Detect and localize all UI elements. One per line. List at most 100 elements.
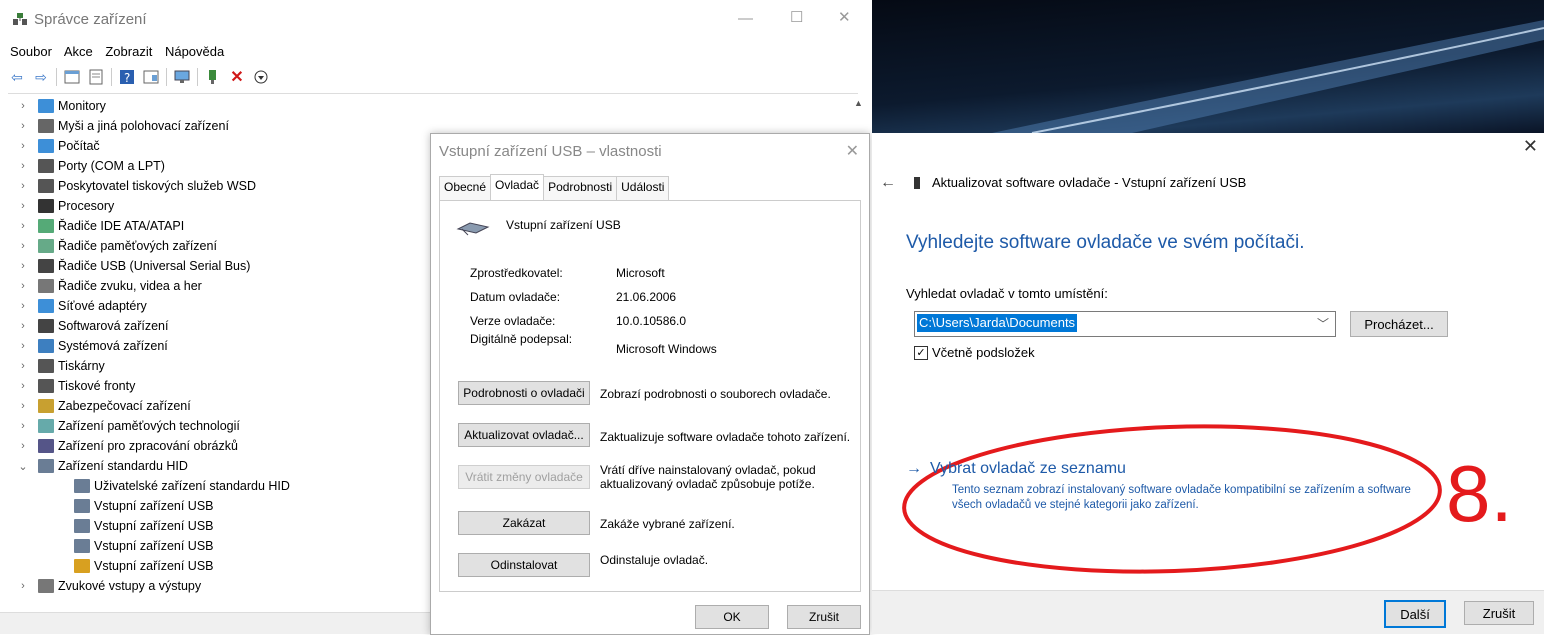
step-number-annotation: 8. xyxy=(1446,449,1513,538)
tree-category-item[interactable]: › Řadiče IDE ATA/ATAPI xyxy=(16,216,184,236)
tree-category-item[interactable]: › Monitory xyxy=(16,96,106,116)
provider-label: Zprostředkovatel: xyxy=(470,266,563,280)
tree-category-item[interactable]: › Porty (COM a LPT) xyxy=(16,156,165,176)
tree-category-item[interactable]: › Počítač xyxy=(16,136,100,156)
chevron-right-icon[interactable]: › xyxy=(16,240,30,252)
scroll-up-icon[interactable]: ▲ xyxy=(854,98,863,108)
view-icon[interactable] xyxy=(142,68,160,86)
chevron-right-icon[interactable]: › xyxy=(16,260,30,272)
chevron-right-icon[interactable]: › xyxy=(16,420,30,432)
tree-category-item[interactable]: › Softwarová zařízení xyxy=(16,316,168,336)
tree-category-item[interactable]: › Systémová zařízení xyxy=(16,336,168,356)
cancel-button[interactable]: Zrušit xyxy=(787,605,861,629)
tree-category-item[interactable]: › Řadiče paměťových zařízení xyxy=(16,236,217,256)
menu-action[interactable]: Akce xyxy=(64,44,93,59)
tree-category-item[interactable]: › Zabezpečovací zařízení xyxy=(16,396,191,416)
tree-category-item[interactable]: › Tiskárny xyxy=(16,356,105,376)
path-combobox[interactable]: C:\Users\Jarda\Documents ﹀ xyxy=(914,311,1336,337)
chevron-right-icon[interactable]: › xyxy=(16,200,30,212)
chevron-down-icon[interactable]: ⌄ xyxy=(16,460,30,473)
chevron-right-icon[interactable]: › xyxy=(16,220,30,232)
tree-category-item[interactable]: › Řadiče zvuku, videa a her xyxy=(16,276,202,296)
chevron-right-icon[interactable]: › xyxy=(16,580,30,592)
tree-view-icon[interactable] xyxy=(63,68,81,86)
tree-category-item[interactable]: › Poskytovatel tiskových služeb WSD xyxy=(16,176,256,196)
tree-child-item[interactable]: Vstupní zařízení USB xyxy=(66,496,214,516)
chevron-right-icon[interactable]: › xyxy=(16,140,30,152)
driver-details-button[interactable]: Podrobnosti o ovladači xyxy=(458,381,590,405)
chevron-right-icon[interactable]: › xyxy=(16,300,30,312)
chevron-right-icon[interactable]: › xyxy=(16,400,30,412)
back-icon[interactable]: ⇦ xyxy=(8,68,26,86)
chevron-right-icon[interactable]: › xyxy=(16,360,30,372)
tab-driver[interactable]: Ovladač xyxy=(490,174,545,198)
forward-icon[interactable]: ⇨ xyxy=(32,68,50,86)
link-arrow-icon[interactable]: → xyxy=(906,460,922,478)
computer-icon xyxy=(38,139,54,153)
minimize-button[interactable]: — xyxy=(738,10,753,27)
tab-details[interactable]: Podrobnosti xyxy=(543,176,618,200)
ok-button[interactable]: OK xyxy=(695,605,769,629)
browse-button[interactable]: Procházet... xyxy=(1350,311,1448,337)
chevron-right-icon[interactable]: › xyxy=(16,180,30,192)
chevron-right-icon[interactable]: › xyxy=(16,160,30,172)
rollback-driver-button[interactable]: Vrátit změny ovladače xyxy=(458,465,590,489)
update-driver-button[interactable]: Aktualizovat ovladač... xyxy=(458,423,590,447)
close-button[interactable]: ✕ xyxy=(838,8,851,26)
tree-category-item[interactable]: › Řadiče USB (Universal Serial Bus) xyxy=(16,256,250,276)
close-icon[interactable]: ✕ xyxy=(1523,136,1538,157)
disable-device-button[interactable]: Zakázat xyxy=(458,511,590,535)
hid-warning-icon xyxy=(74,559,90,573)
enable-device-icon[interactable] xyxy=(252,68,270,86)
chevron-right-icon[interactable]: › xyxy=(16,320,30,332)
next-button[interactable]: Další xyxy=(1384,600,1446,628)
mouse-icon xyxy=(38,119,54,133)
tree-category-item[interactable]: › Síťové adaptéry xyxy=(16,296,147,316)
tree-item-label: Síťové adaptéry xyxy=(58,299,147,313)
chevron-right-icon[interactable]: › xyxy=(16,340,30,352)
tree-category-item[interactable]: ⌄ Zařízení standardu HID xyxy=(16,456,188,476)
tree-category-item[interactable]: › Procesory xyxy=(16,196,114,216)
chevron-right-icon[interactable]: › xyxy=(16,280,30,292)
tree-item-label: Uživatelské zařízení standardu HID xyxy=(94,479,290,493)
checkmark-icon[interactable]: ✓ xyxy=(914,345,928,360)
tree-category-item[interactable]: › Zařízení pro zpracování obrázků xyxy=(16,436,238,456)
path-value[interactable]: C:\Users\Jarda\Documents xyxy=(917,314,1078,332)
dialog-title: Vstupní zařízení USB – vlastnosti xyxy=(439,143,662,160)
chevron-down-icon[interactable]: ﹀ xyxy=(1317,315,1329,332)
tab-general[interactable]: Obecné xyxy=(439,176,492,200)
usb-device-icon xyxy=(914,176,920,189)
tree-child-item[interactable]: Vstupní zařízení USB xyxy=(66,556,214,576)
speaker-icon xyxy=(38,579,54,593)
chevron-right-icon[interactable]: › xyxy=(16,440,30,452)
close-icon[interactable]: ✕ xyxy=(846,141,859,161)
include-subfolders-checkbox[interactable]: ✓ Včetně podsložek xyxy=(914,345,1035,360)
back-arrow-icon[interactable]: ← xyxy=(880,174,896,192)
pick-driver-description: Tento seznam zobrazí instalovaný softwar… xyxy=(952,484,1411,511)
chevron-right-icon[interactable]: › xyxy=(16,100,30,112)
driver-version-label: Verze ovladače: xyxy=(470,314,556,328)
tree-category-item[interactable]: › Zařízení paměťových technologií xyxy=(16,416,240,436)
uninstall-icon[interactable]: ✕ xyxy=(228,68,246,86)
tree-child-item[interactable]: Vstupní zařízení USB xyxy=(66,516,214,536)
uninstall-button[interactable]: Odinstalovat xyxy=(458,553,590,577)
tree-child-item[interactable]: Uživatelské zařízení standardu HID xyxy=(66,476,290,496)
chevron-right-icon[interactable]: › xyxy=(16,380,30,392)
properties-icon[interactable] xyxy=(87,68,105,86)
tree-category-item[interactable]: › Zvukové vstupy a výstupy xyxy=(16,576,201,596)
tree-category-item[interactable]: › Myši a jiná polohovací zařízení xyxy=(16,116,229,136)
maximize-button[interactable]: ☐ xyxy=(790,8,803,26)
cancel-button[interactable]: Zrušit xyxy=(1464,601,1534,625)
tree-item-label: Řadiče paměťových zařízení xyxy=(58,239,217,253)
chevron-right-icon[interactable]: › xyxy=(16,120,30,132)
menu-file[interactable]: Soubor xyxy=(10,44,52,59)
menu-view[interactable]: Zobrazit xyxy=(105,44,152,59)
tree-child-item[interactable]: Vstupní zařízení USB xyxy=(66,536,214,556)
pick-driver-from-list-link[interactable]: Vybrat ovladač ze seznamu xyxy=(930,460,1126,478)
tab-events[interactable]: Události xyxy=(616,176,670,200)
monitor-scan-icon[interactable] xyxy=(173,68,191,86)
menu-help[interactable]: Nápověda xyxy=(165,44,224,59)
update-driver-icon[interactable] xyxy=(204,68,222,86)
help-icon[interactable]: ? xyxy=(118,68,136,86)
tree-category-item[interactable]: › Tiskové fronty xyxy=(16,376,135,396)
